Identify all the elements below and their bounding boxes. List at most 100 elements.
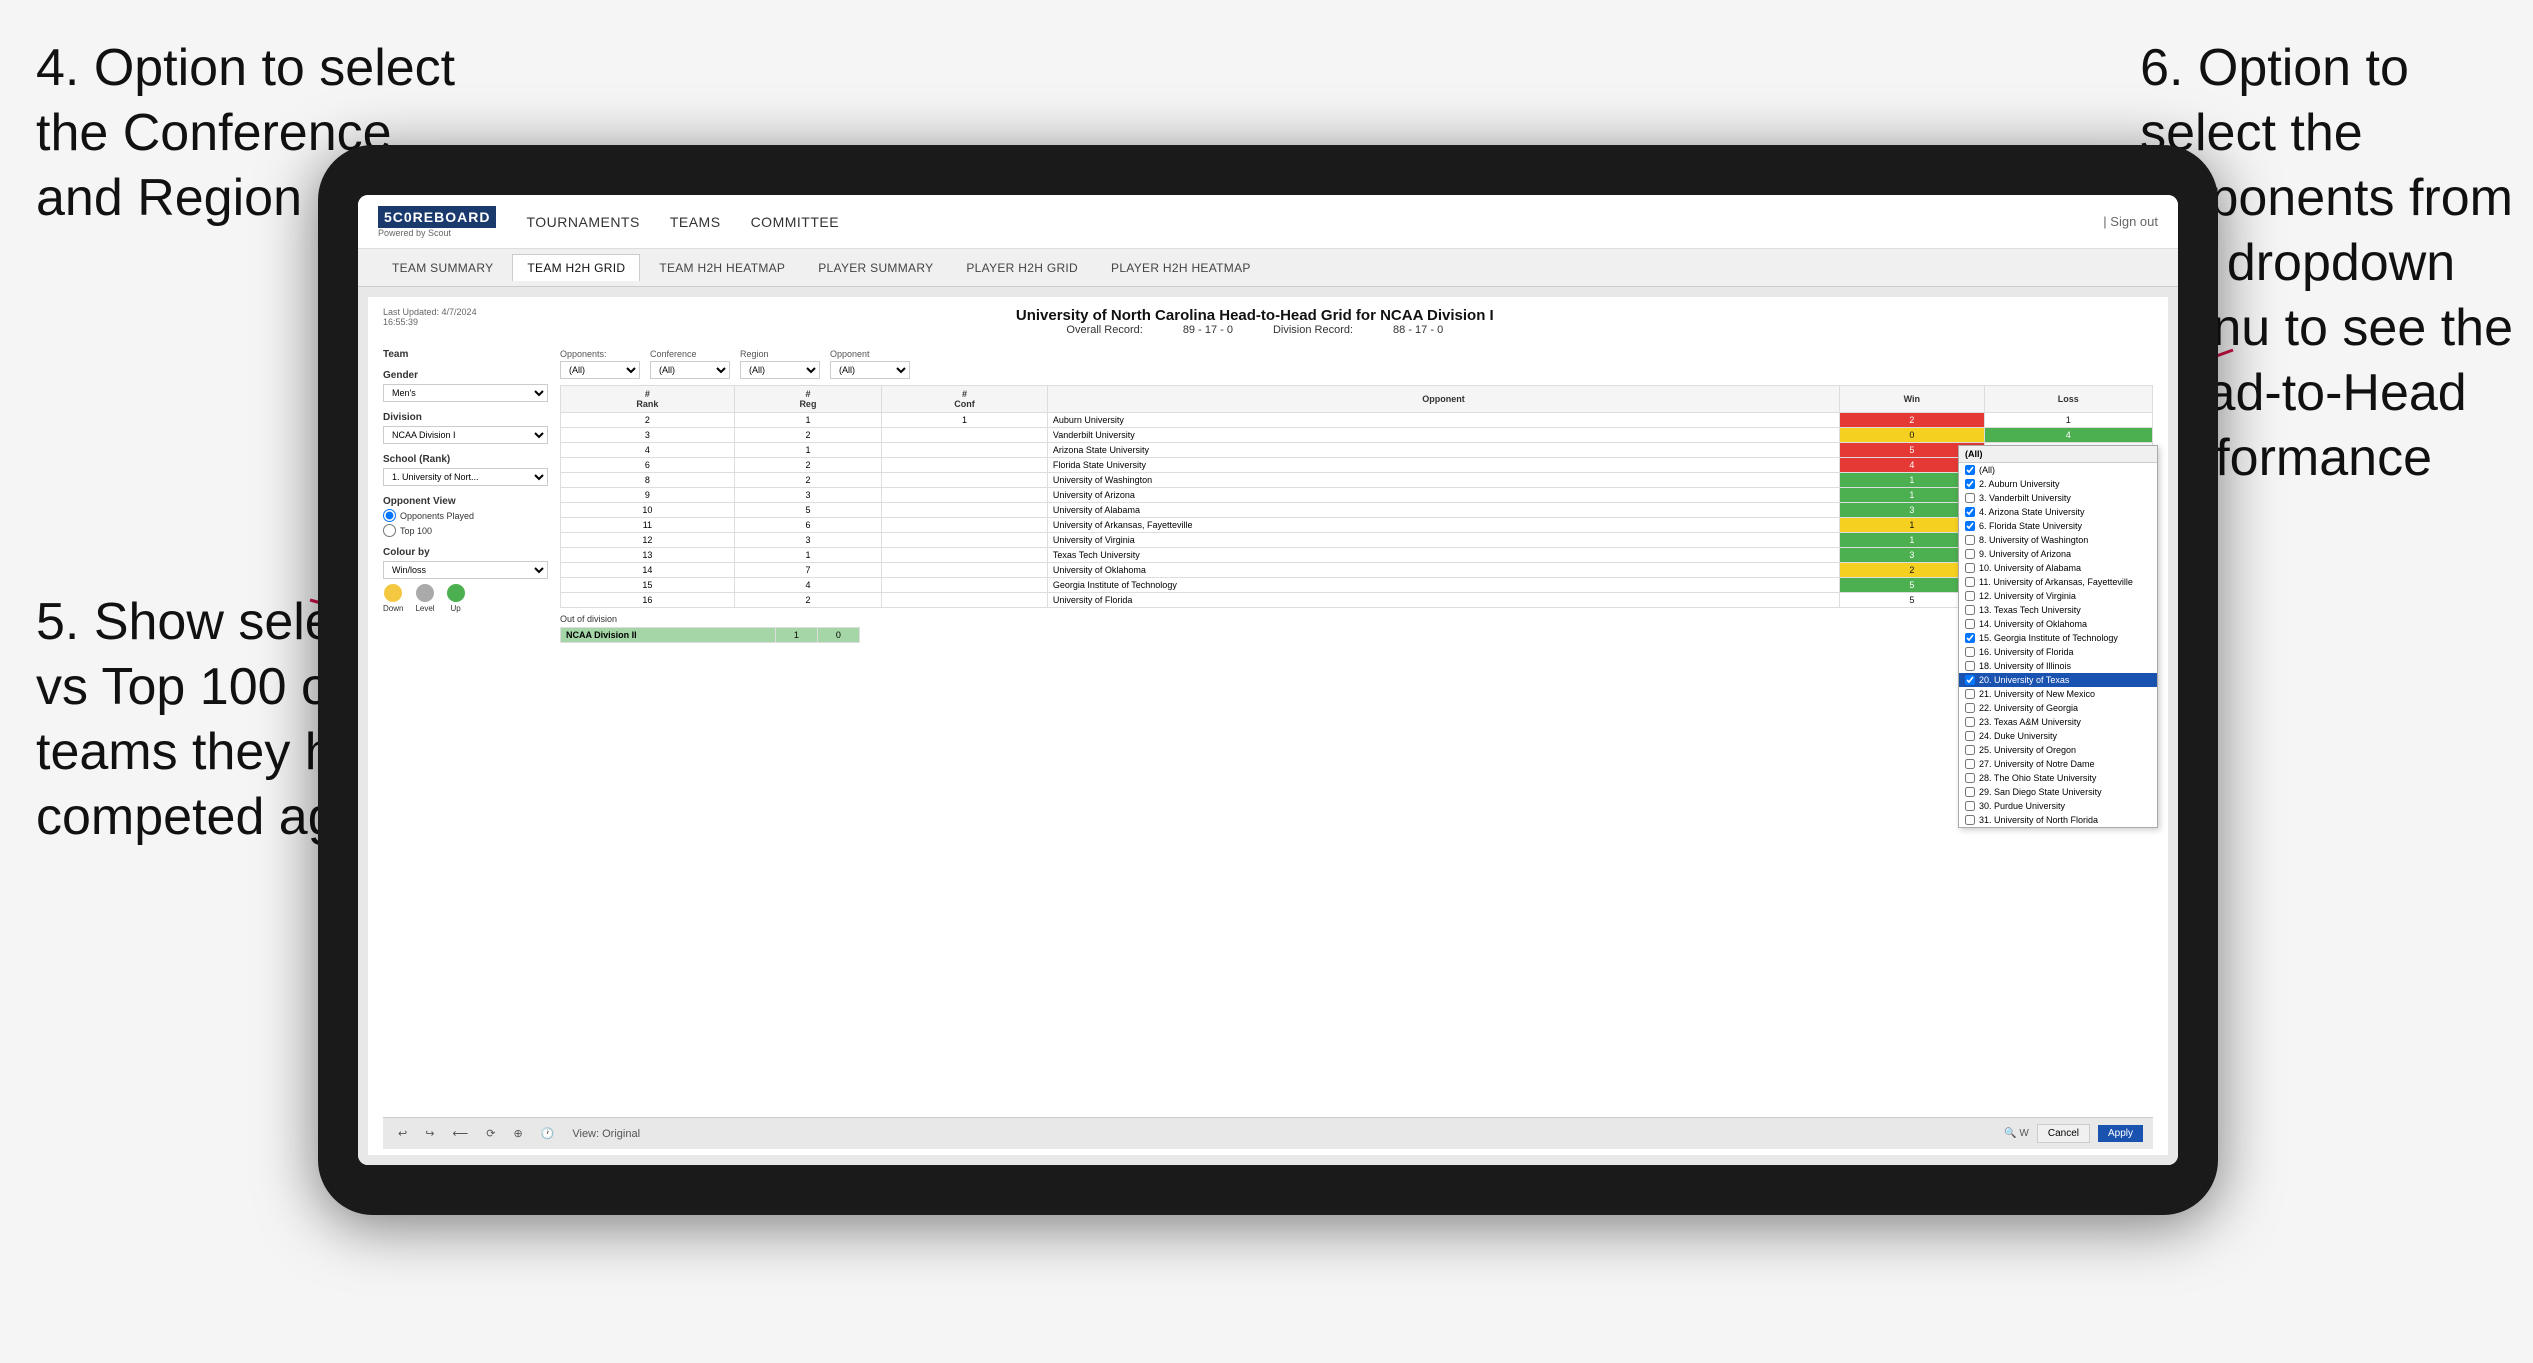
nav-committee[interactable]: COMMITTEE bbox=[751, 209, 840, 235]
dropdown-item[interactable]: 27. University of Notre Dame bbox=[1959, 757, 2157, 771]
cell-name: Arizona State University bbox=[1047, 443, 1839, 458]
dropdown-item[interactable]: 29. San Diego State University bbox=[1959, 785, 2157, 799]
opponents-dropdown[interactable]: (All) (All)2. Auburn University3. Vander… bbox=[1958, 445, 2158, 828]
tab-team-h2h-grid[interactable]: TEAM H2H GRID bbox=[512, 254, 640, 281]
dropdown-item[interactable]: 11. University of Arkansas, Fayetteville bbox=[1959, 575, 2157, 589]
dropdown-item[interactable]: 22. University of Georgia bbox=[1959, 701, 2157, 715]
dropdown-item[interactable]: 3. Vanderbilt University bbox=[1959, 491, 2157, 505]
dropdown-item[interactable]: (All) bbox=[1959, 463, 2157, 477]
division-record: 88 - 17 - 0 bbox=[1393, 324, 1443, 336]
dropdown-item[interactable]: 4. Arizona State University bbox=[1959, 505, 2157, 519]
cell-rank: 3 bbox=[561, 428, 735, 443]
opponents-filter-select[interactable]: (All) bbox=[560, 361, 640, 379]
cell-rank: 14 bbox=[561, 563, 735, 578]
dropdown-item[interactable]: 12. University of Virginia bbox=[1959, 589, 2157, 603]
redo-btn[interactable]: ↪ bbox=[420, 1125, 439, 1142]
dot-down-circle bbox=[384, 584, 402, 602]
dot-down-label: Down bbox=[383, 604, 403, 613]
col-loss: Loss bbox=[1984, 386, 2153, 413]
dot-down: Down bbox=[383, 584, 403, 613]
view-original[interactable]: View: Original bbox=[567, 1126, 645, 1142]
tab-player-h2h-grid[interactable]: PLAYER H2H GRID bbox=[952, 255, 1092, 281]
cell-conf bbox=[882, 593, 1048, 608]
nav-signout[interactable]: | Sign out bbox=[2103, 214, 2158, 229]
gender-section: Gender Men's bbox=[383, 370, 548, 402]
dropdown-item[interactable]: 24. Duke University bbox=[1959, 729, 2157, 743]
dropdown-item[interactable]: 18. University of Illinois bbox=[1959, 659, 2157, 673]
tab-team-h2h-heatmap[interactable]: TEAM H2H HEATMAP bbox=[645, 255, 799, 281]
gender-select[interactable]: Men's bbox=[383, 384, 548, 402]
cell-reg: 4 bbox=[734, 578, 881, 593]
tab-player-h2h-heatmap[interactable]: PLAYER H2H HEATMAP bbox=[1097, 255, 1265, 281]
conference-filter-label: Conference bbox=[650, 349, 730, 359]
cell-win: 2 bbox=[1840, 413, 1984, 428]
school-select[interactable]: 1. University of Nort... bbox=[383, 468, 548, 486]
cell-name: Texas Tech University bbox=[1047, 548, 1839, 563]
cell-reg: 7 bbox=[734, 563, 881, 578]
clock-btn[interactable]: 🕐 bbox=[536, 1125, 560, 1142]
gender-label: Gender bbox=[383, 370, 548, 381]
conference-filter-select[interactable]: (All) bbox=[650, 361, 730, 379]
table-area: Opponents: (All) Conference (All) bbox=[560, 349, 2153, 1117]
cell-conf bbox=[882, 458, 1048, 473]
filter-region: Region (All) bbox=[740, 349, 820, 379]
last-updated: Last Updated: 4/7/2024 16:55:39 bbox=[383, 307, 477, 327]
table-row: 3 2 Vanderbilt University 0 4 bbox=[561, 428, 2153, 443]
table-row: 16 2 University of Florida 5 1 bbox=[561, 593, 2153, 608]
dropdown-item[interactable]: 20. University of Texas bbox=[1959, 673, 2157, 687]
refresh-btn[interactable]: ⟳ bbox=[481, 1125, 500, 1142]
opponents-filter-label: Opponents: bbox=[560, 349, 640, 359]
undo-btn[interactable]: ↩ bbox=[393, 1125, 412, 1142]
dropdown-item[interactable]: 14. University of Oklahoma bbox=[1959, 617, 2157, 631]
dropdown-item[interactable]: 16. University of Florida bbox=[1959, 645, 2157, 659]
dropdown-item[interactable]: 31. University of North Florida bbox=[1959, 813, 2157, 827]
region-filter-select[interactable]: (All) bbox=[740, 361, 820, 379]
cell-reg: 6 bbox=[734, 518, 881, 533]
dropdown-item[interactable]: 6. Florida State University bbox=[1959, 519, 2157, 533]
dropdown-item[interactable]: 25. University of Oregon bbox=[1959, 743, 2157, 757]
cancel-button[interactable]: Cancel bbox=[2037, 1124, 2090, 1143]
nav-tournaments[interactable]: TOURNAMENTS bbox=[526, 209, 639, 235]
cell-rank: 11 bbox=[561, 518, 735, 533]
opponent-view-label: Opponent View bbox=[383, 496, 548, 507]
dropdown-item[interactable]: 28. The Ohio State University bbox=[1959, 771, 2157, 785]
back-btn[interactable]: ⟵ bbox=[447, 1125, 473, 1142]
radio-top100[interactable]: Top 100 bbox=[383, 524, 548, 537]
cell-name: University of Washington bbox=[1047, 473, 1839, 488]
zoom-btn[interactable]: ⊕ bbox=[508, 1125, 527, 1142]
colour-by-select[interactable]: Win/loss bbox=[383, 561, 548, 579]
nav-teams[interactable]: TEAMS bbox=[670, 209, 721, 235]
tab-team-summary[interactable]: TEAM SUMMARY bbox=[378, 255, 507, 281]
dropdown-item[interactable]: 8. University of Washington bbox=[1959, 533, 2157, 547]
col-win: Win bbox=[1840, 386, 1984, 413]
apply-button[interactable]: Apply bbox=[2098, 1125, 2143, 1142]
tab-player-summary[interactable]: PLAYER SUMMARY bbox=[804, 255, 947, 281]
dropdown-item[interactable]: 23. Texas A&M University bbox=[1959, 715, 2157, 729]
cell-conf bbox=[882, 563, 1048, 578]
view-label: 🔍 W bbox=[2004, 1128, 2029, 1139]
out-of-division: Out of division NCAA Division II 1 0 bbox=[560, 614, 2153, 643]
dropdown-item[interactable]: 13. Texas Tech University bbox=[1959, 603, 2157, 617]
dropdown-item[interactable]: 30. Purdue University bbox=[1959, 799, 2157, 813]
out-div-loss: 0 bbox=[817, 628, 859, 643]
opponent-filter-select[interactable]: (All) bbox=[830, 361, 910, 379]
table-row: 8 2 University of Washington 1 0 bbox=[561, 473, 2153, 488]
cell-rank: 6 bbox=[561, 458, 735, 473]
division-select[interactable]: NCAA Division I bbox=[383, 426, 548, 444]
dropdown-item[interactable]: 10. University of Alabama bbox=[1959, 561, 2157, 575]
dropdown-item[interactable]: 2. Auburn University bbox=[1959, 477, 2157, 491]
table-row: 15 4 Georgia Institute of Technology 5 0 bbox=[561, 578, 2153, 593]
opponent-view-section: Opponent View Opponents Played Top 100 bbox=[383, 496, 548, 537]
col-rank: #Rank bbox=[561, 386, 735, 413]
cell-conf bbox=[882, 443, 1048, 458]
dropdown-item[interactable]: 15. Georgia Institute of Technology bbox=[1959, 631, 2157, 645]
dropdown-item[interactable]: 21. University of New Mexico bbox=[1959, 687, 2157, 701]
dropdown-item[interactable]: 9. University of Arizona bbox=[1959, 547, 2157, 561]
cell-name: University of Alabama bbox=[1047, 503, 1839, 518]
colour-by-label: Colour by bbox=[383, 547, 548, 558]
cell-reg: 2 bbox=[734, 593, 881, 608]
col-opponent: Opponent bbox=[1047, 386, 1839, 413]
filter-opponents: Opponents: (All) bbox=[560, 349, 640, 379]
radio-opponents-played[interactable]: Opponents Played bbox=[383, 509, 548, 522]
cell-name: University of Arizona bbox=[1047, 488, 1839, 503]
